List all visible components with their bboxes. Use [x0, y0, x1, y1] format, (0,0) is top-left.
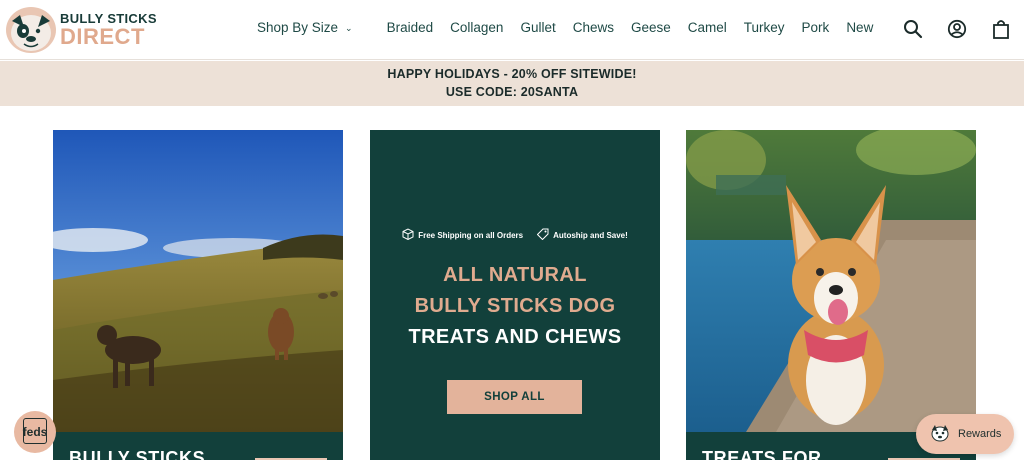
rewards-button[interactable]: Rewards — [916, 414, 1014, 454]
card-footer: BULLY STICKS — [53, 432, 343, 460]
dogs-in-field-image — [53, 130, 343, 432]
bulldog-logo-icon — [6, 7, 56, 53]
nav-new[interactable]: New — [846, 20, 873, 35]
feds-widget-button[interactable]: feds — [14, 411, 56, 453]
headline-line-2: BULLY STICKS DOG — [414, 295, 616, 317]
nav-collagen[interactable]: Collagen — [450, 20, 503, 35]
promo-headline: HAPPY HOLIDAYS - 20% OFF SITEWIDE! — [387, 67, 637, 81]
perk-label: Free Shipping on all Orders — [418, 230, 524, 240]
headline-line-3: TREATS AND CHEWS — [408, 326, 622, 348]
category-card-bully-sticks[interactable]: BULLY STICKS — [53, 130, 343, 460]
dog-face-icon — [930, 424, 950, 445]
promo-banner: HAPPY HOLIDAYS - 20% OFF SITEWIDE! USE C… — [0, 61, 1024, 106]
nav-geese[interactable]: Geese — [631, 20, 671, 35]
perks-row: Free Shipping on all Orders Autoship and… — [370, 228, 660, 242]
nav-camel[interactable]: Camel — [688, 20, 727, 35]
card-title: TREATS FOR — [702, 448, 822, 460]
hero-headline: ALL NATURAL BULLY STICKS DOG TREATS AND … — [370, 260, 660, 353]
headline-line-1: ALL NATURAL — [443, 264, 587, 286]
brand-wordmark: BULLY STICKS DIRECT — [60, 12, 157, 48]
perk-autoship: Autoship and Save! — [536, 228, 628, 242]
nav-turkey[interactable]: Turkey — [744, 20, 785, 35]
feds-label: feds — [22, 425, 48, 439]
header-actions — [902, 18, 1012, 40]
hero-card: Free Shipping on all Orders Autoship and… — [370, 130, 660, 460]
nav-braided[interactable]: Braided — [387, 20, 434, 35]
perk-label: Autoship and Save! — [553, 230, 628, 240]
rewards-label: Rewards — [958, 428, 1002, 440]
brand-name-line2: DIRECT — [60, 24, 145, 49]
card-title: BULLY STICKS — [69, 448, 206, 460]
tag-icon — [536, 228, 549, 242]
account-icon[interactable] — [946, 18, 968, 40]
main-nav: Shop By Size ⌄ Braided Collagen Gullet Ch… — [257, 20, 873, 35]
search-icon[interactable] — [902, 18, 924, 40]
nav-pork[interactable]: Pork — [802, 20, 830, 35]
brand-logo[interactable]: BULLY STICKS DIRECT — [6, 6, 157, 54]
nav-gullet[interactable]: Gullet — [520, 20, 555, 35]
category-card-treats[interactable]: TREATS FOR — [686, 130, 976, 460]
box-icon — [402, 228, 414, 242]
shop-all-button[interactable]: SHOP ALL — [447, 380, 582, 414]
nav-chews[interactable]: Chews — [573, 20, 614, 35]
nav-shop-by-size[interactable]: Shop By Size ⌄ — [257, 20, 353, 35]
corgi-image — [686, 130, 976, 432]
cart-icon[interactable] — [990, 18, 1012, 40]
nav-label: Shop By Size — [257, 20, 339, 35]
site-header: BULLY STICKS DIRECT Shop By Size ⌄ Braide… — [0, 0, 1024, 60]
perk-free-shipping: Free Shipping on all Orders — [402, 228, 523, 242]
promo-code: USE CODE: 20SANTA — [445, 85, 579, 99]
chevron-down-icon: ⌄ — [345, 23, 353, 33]
